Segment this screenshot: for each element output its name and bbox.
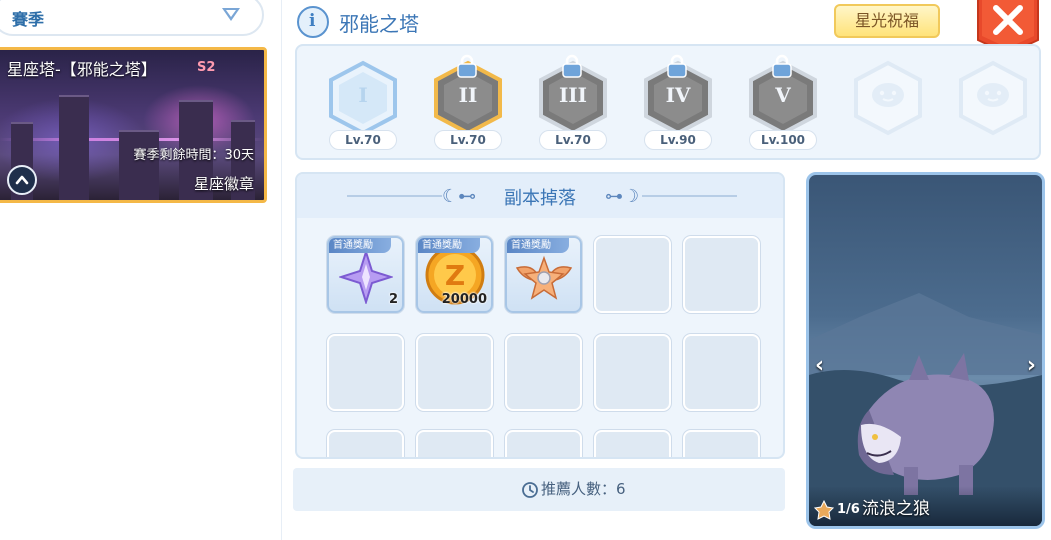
drop-item-slot[interactable]: 首通獎勵 (505, 236, 582, 313)
lock-icon (562, 54, 582, 78)
empty-slot (683, 334, 760, 411)
item-quantity: 2 (388, 292, 398, 307)
empty-slot (594, 430, 671, 457)
dungeon-drops-panel: ☾⊷ 副本掉落 ⊶☽ 首通獎勵 2 Z 首通獎勵 20000 首通獎勵 (295, 172, 785, 459)
chevron-up-icon[interactable] (7, 165, 37, 195)
star-emblem-icon (814, 500, 834, 520)
first-clear-tag: 首通獎勵 (329, 238, 391, 253)
first-clear-tag: 首通獎勵 (418, 238, 480, 253)
level-hex-4[interactable]: IV Lv.90 (640, 54, 716, 150)
first-clear-tag: 首通獎勵 (507, 238, 569, 253)
next-arrow-icon[interactable]: › (1027, 353, 1036, 378)
tower-art-spire (59, 95, 89, 200)
starlight-blessing-button[interactable]: 星光祝福 (834, 4, 940, 38)
level-hex-5[interactable]: V Lv.100 (745, 54, 821, 150)
level-requirement: Lv.70 (539, 130, 607, 150)
level-requirement: Lv.70 (434, 130, 502, 150)
tower-card[interactable]: 星座塔-【邪能之塔】 S2 賽季剩餘時間：30天 星座徽章 (0, 47, 267, 203)
drop-item-slot[interactable]: 首通獎勵 2 (327, 236, 404, 313)
chevron-down-icon (222, 8, 240, 21)
constellation-badge-label: 星座徽章 (193, 175, 254, 193)
recommended-players-bar: 推薦人數：6 (293, 468, 785, 511)
drops-header: ☾⊷ 副本掉落 ⊶☽ (297, 174, 783, 218)
level-roman: I (358, 83, 368, 107)
level-hex-2[interactable]: II Lv.70 (430, 54, 506, 150)
difficulty-level-strip: I Lv.70 II Lv.70 III Lv.70 IV Lv.90 V Lv… (295, 44, 1041, 160)
item-quantity: 20000 (441, 292, 487, 307)
wing-badge-icon (515, 255, 573, 300)
empty-slot (594, 236, 671, 313)
empty-slot (505, 334, 582, 411)
crescent-moon-icon: ⊶☽ (605, 186, 640, 207)
level-hex-3[interactable]: III Lv.70 (535, 54, 611, 150)
purple-crystal-icon (339, 250, 393, 304)
clock-icon (522, 482, 538, 498)
tower-name: 星座塔-【邪能之塔】 (7, 60, 157, 79)
level-requirement: Lv.70 (329, 130, 397, 150)
mascot-silhouette-icon (977, 83, 1009, 107)
tower-art-spire (119, 130, 159, 200)
empty-slot (505, 430, 582, 457)
drop-item-slot[interactable]: Z 首通獎勵 20000 (416, 236, 493, 313)
empty-slot (416, 334, 493, 411)
empty-slot (416, 430, 493, 457)
lock-icon (457, 54, 477, 78)
level-roman: II (458, 83, 478, 107)
level-roman: V (775, 83, 791, 107)
empty-slot (327, 430, 404, 457)
level-requirement: Lv.100 (749, 130, 817, 150)
mascot-silhouette-icon (872, 83, 904, 107)
lock-icon (667, 54, 687, 78)
monster-preview-card: ‹ › 1/6 流浪之狼 (806, 172, 1045, 529)
empty-slot (327, 334, 404, 411)
header-divider (642, 195, 737, 197)
recommended-players-text: 推薦人數：6 (541, 480, 626, 498)
info-icon[interactable]: i (297, 6, 329, 38)
level-hex-1[interactable]: I Lv.70 (325, 60, 401, 150)
monster-name: 流浪之狼 (862, 499, 930, 519)
empty-slot (683, 236, 760, 313)
level-roman: III (558, 83, 588, 107)
drops-title: 副本掉落 (504, 188, 576, 209)
level-roman: IV (665, 83, 691, 107)
monster-page-indicator: 1/6 (837, 502, 860, 517)
left-panel: 賽季 星座塔-【邪能之塔】 S2 賽季剩餘時間：30天 星座徽章 (0, 0, 282, 540)
wolf-illustration (809, 293, 1042, 526)
empty-slot (683, 430, 760, 457)
lock-icon (772, 54, 792, 78)
info-glyph: i (309, 11, 316, 31)
level-requirement: Lv.90 (644, 130, 712, 150)
prev-arrow-icon[interactable]: ‹ (815, 353, 824, 378)
season-dropdown-label: 賽季 (12, 10, 45, 29)
level-hex-hidden (955, 60, 1031, 150)
empty-slot (594, 334, 671, 411)
season-dropdown[interactable]: 賽季 (0, 0, 264, 36)
season-remaining-time: 賽季剩餘時間：30天 (133, 148, 254, 163)
level-hex-hidden (850, 60, 926, 150)
page-title: 邪能之塔 (339, 12, 419, 36)
season-tag: S2 (197, 60, 216, 75)
svg-text:Z: Z (445, 259, 465, 292)
